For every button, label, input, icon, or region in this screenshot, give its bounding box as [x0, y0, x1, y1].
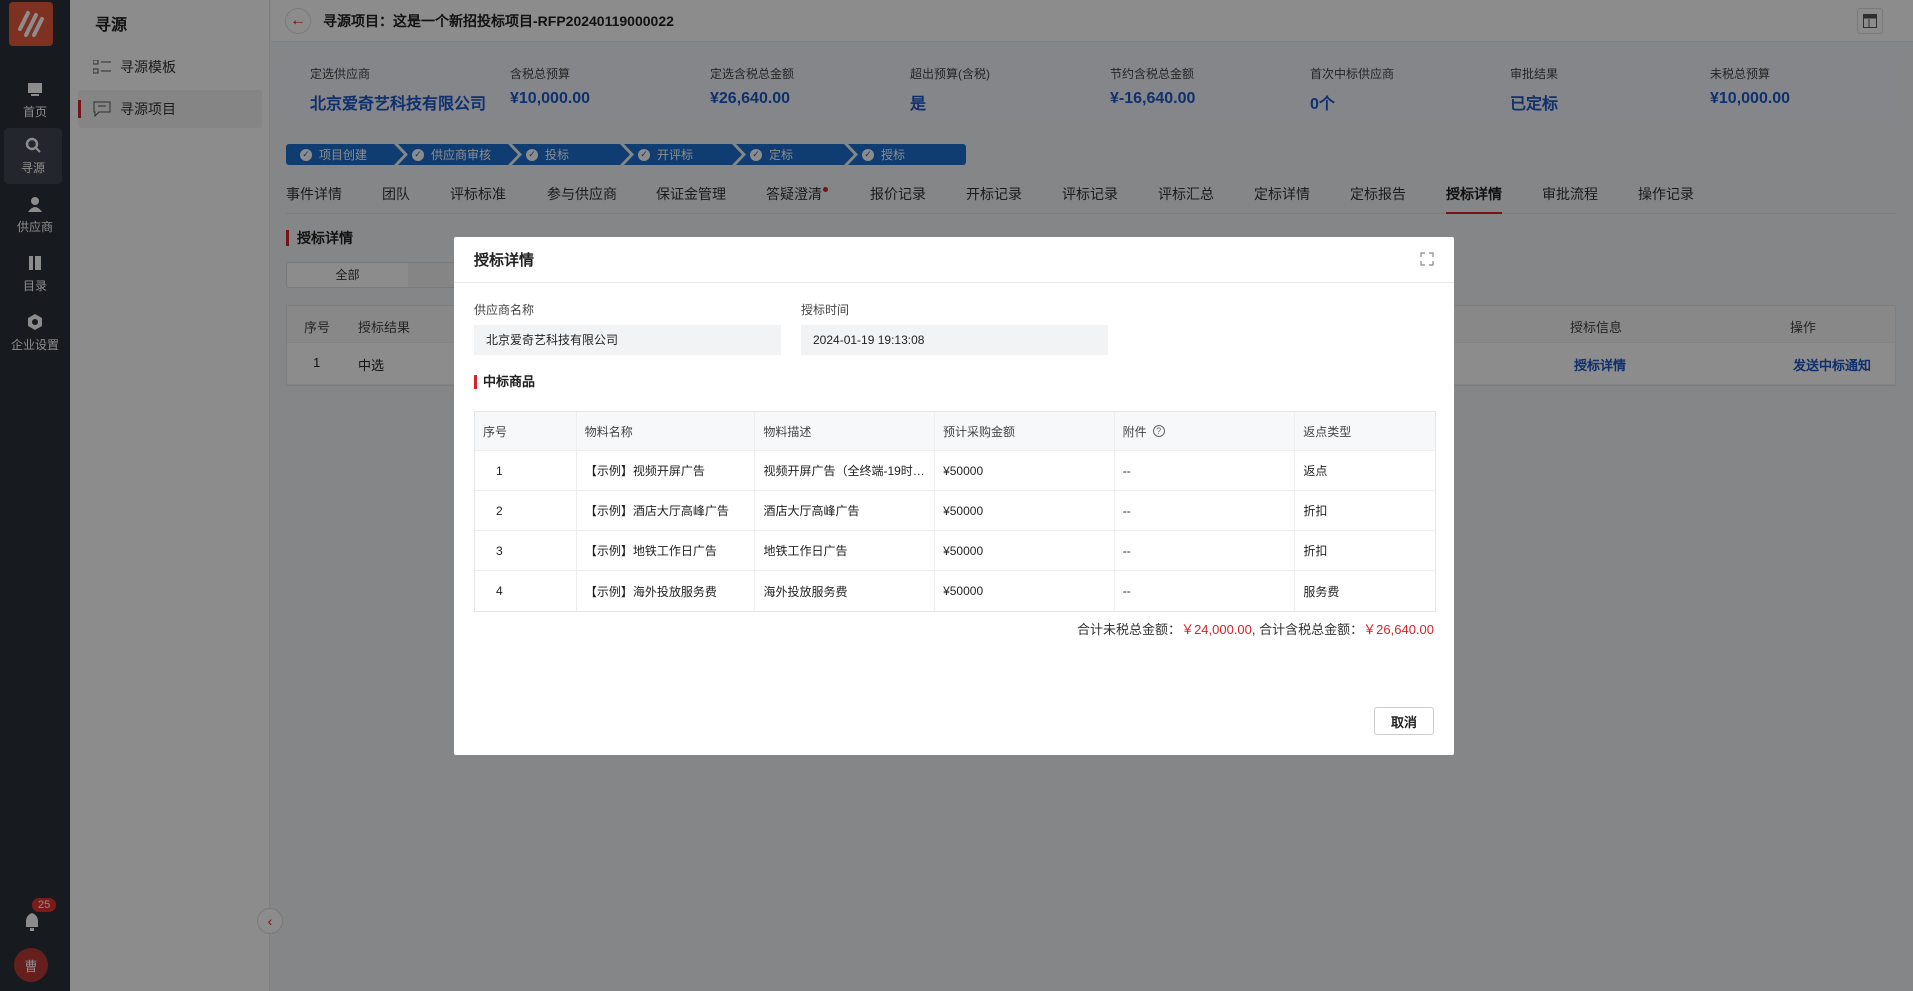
help-icon[interactable]: ? — [1152, 425, 1165, 437]
pretax-total: ￥24,000.00 — [1181, 622, 1252, 637]
table-row: 1 【示例】视频开屏广告 视频开屏广告（全终端-19时… ¥50000 -- 返… — [475, 451, 1435, 491]
modal-title: 授标详情 — [474, 252, 535, 269]
totals-summary: 合计未税总金额：￥24,000.00, 合计含税总金额：￥26,640.00 — [1077, 622, 1434, 637]
goods-table: 序号 物料名称 物料描述 预计采购金额 附件? 返点类型 1 【示例】视频开屏广… — [474, 411, 1436, 612]
award-time-label: 授标时间 — [801, 303, 850, 317]
table-row: 3 【示例】地铁工作日广告 地铁工作日广告 ¥50000 -- 折扣 — [475, 531, 1435, 571]
fullscreen-icon[interactable] — [1420, 252, 1434, 266]
cancel-button[interactable]: 取消 — [1374, 707, 1434, 735]
supplier-name-field: 北京爱奇艺科技有限公司 — [474, 325, 781, 355]
award-detail-modal: 授标详情 供应商名称 北京爱奇艺科技有限公司 授标时间 2024-01-19 1… — [454, 237, 1454, 755]
modal-header: 授标详情 — [454, 237, 1454, 283]
table-row: 2 【示例】酒店大厅高峰广告 酒店大厅高峰广告 ¥50000 -- 折扣 — [475, 491, 1435, 531]
award-time-field: 2024-01-19 19:13:08 — [801, 325, 1108, 355]
table-row: 4 【示例】海外投放服务费 海外投放服务费 ¥50000 -- 服务费 — [475, 571, 1435, 611]
supplier-name-label: 供应商名称 — [474, 303, 535, 317]
tax-total: ￥26,640.00 — [1363, 622, 1434, 637]
goods-section-title: 中标商品 — [474, 375, 535, 389]
table-header: 序号 物料名称 物料描述 预计采购金额 附件? 返点类型 — [475, 412, 1435, 451]
